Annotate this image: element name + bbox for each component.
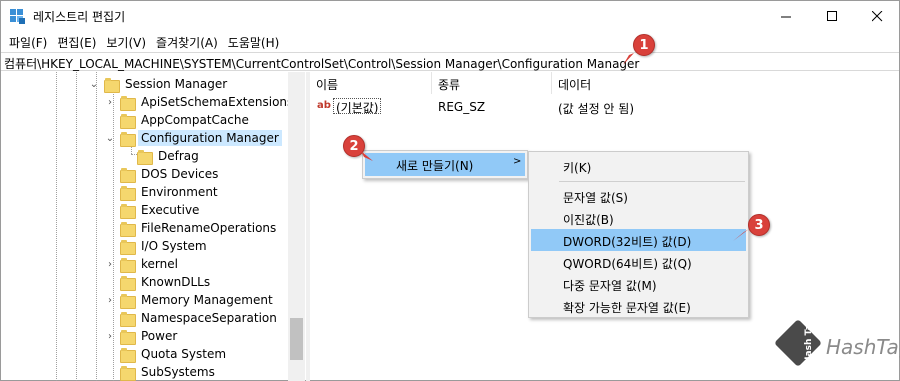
folder-icon bbox=[120, 365, 136, 381]
minimize-button[interactable] bbox=[763, 1, 809, 31]
folder-icon bbox=[120, 311, 136, 327]
maximize-icon bbox=[826, 10, 837, 21]
tree-item-filerenameoperations[interactable]: FileRenameOperations bbox=[120, 219, 279, 237]
minimize-icon bbox=[780, 16, 791, 17]
tree-item-configuration-manager[interactable]: ⌄ Configuration Manager bbox=[105, 129, 282, 147]
menu-item-new-label: 새로 만들기(N) bbox=[396, 159, 474, 173]
tree-scrollbar[interactable] bbox=[288, 72, 305, 381]
chevron-down-icon[interactable]: ⌄ bbox=[105, 133, 115, 144]
menu-view[interactable]: 보기(V) bbox=[102, 31, 152, 51]
watermark-logo-text: Hash Tag bbox=[804, 318, 814, 364]
folder-icon bbox=[120, 239, 136, 255]
tree-item-quota-system[interactable]: Quota System bbox=[120, 345, 229, 363]
watermark-text: HashTag bbox=[826, 335, 900, 359]
value-name[interactable]: (기본값) bbox=[333, 98, 382, 115]
tree-item-memory-management[interactable]: › Memory Management bbox=[105, 291, 276, 309]
tree-guide-line bbox=[96, 72, 97, 381]
step-badge-3: 3 bbox=[748, 214, 770, 236]
menu-item-key[interactable]: 키(K) bbox=[531, 155, 746, 177]
badge-pointer-2 bbox=[361, 151, 373, 161]
column-header-name[interactable]: 이름 bbox=[310, 72, 432, 94]
folder-icon bbox=[120, 113, 136, 129]
tree-item-session-manager[interactable]: ⌄ Session Manager bbox=[89, 75, 230, 93]
menu-item-string-value[interactable]: 문자열 값(S) bbox=[531, 185, 746, 207]
maximize-button[interactable] bbox=[809, 1, 855, 31]
close-icon bbox=[871, 10, 882, 21]
menu-item-dword-value[interactable]: DWORD(32비트) 값(D) bbox=[531, 229, 746, 251]
folder-icon bbox=[120, 275, 136, 291]
folder-icon bbox=[120, 95, 136, 111]
folder-icon bbox=[137, 149, 153, 165]
close-button[interactable] bbox=[854, 1, 900, 31]
tree-guide-line bbox=[76, 72, 77, 381]
menu-file[interactable]: 파일(F) bbox=[5, 31, 53, 51]
column-header-type[interactable]: 종류 bbox=[432, 72, 552, 94]
chevron-right-icon[interactable]: › bbox=[105, 331, 115, 342]
folder-icon bbox=[104, 77, 120, 93]
hashtag-logo-icon bbox=[773, 318, 823, 368]
folder-icon bbox=[120, 329, 136, 345]
tree-item-dos-devices[interactable]: DOS Devices bbox=[120, 165, 221, 183]
tree-item-namespaceseparation[interactable]: NamespaceSeparation bbox=[120, 309, 280, 327]
folder-icon bbox=[120, 185, 136, 201]
string-value-icon: ab bbox=[317, 100, 331, 111]
scrollbar-thumb[interactable] bbox=[290, 318, 303, 360]
registry-app-icon bbox=[10, 9, 25, 24]
context-menu: 새로 만들기(N) > bbox=[362, 150, 528, 179]
key-tree: ⌄ Session Manager › ApiSetSchemaExtensio… bbox=[1, 72, 305, 381]
submenu-arrow-icon: > bbox=[513, 156, 522, 167]
menu-item-expandable-string-value[interactable]: 확장 가능한 문자열 값(E) bbox=[531, 295, 746, 317]
menu-bar: 파일(F) 편집(E) 보기(V) 즐겨찾기(A) 도움말(H) bbox=[1, 31, 899, 51]
chevron-right-icon[interactable]: › bbox=[105, 97, 115, 108]
folder-icon bbox=[120, 203, 136, 219]
folder-icon bbox=[120, 221, 136, 237]
column-header-data[interactable]: 데이터 bbox=[552, 72, 752, 94]
tree-item-subsystems[interactable]: SubSystems bbox=[120, 363, 218, 381]
step-badge-1: 1 bbox=[633, 34, 655, 56]
tree-item-executive[interactable]: Executive bbox=[120, 201, 202, 219]
tree-item-kernel[interactable]: › kernel bbox=[105, 255, 181, 273]
menu-item-binary-value[interactable]: 이진값(B) bbox=[531, 207, 746, 229]
title-bar: 레지스트리 편집기 bbox=[1, 1, 899, 31]
folder-icon bbox=[120, 347, 136, 363]
folder-icon bbox=[120, 293, 136, 309]
new-submenu: 키(K) 문자열 값(S) 이진값(B) DWORD(32비트) 값(D) QW… bbox=[528, 151, 749, 318]
tree-item-apisetschemaextensions[interactable]: › ApiSetSchemaExtensions bbox=[105, 93, 296, 111]
hashtag-watermark: Hash Tag HashTag bbox=[773, 318, 900, 373]
tree-item-power[interactable]: › Power bbox=[105, 327, 180, 345]
window-title: 레지스트리 편집기 bbox=[33, 10, 126, 24]
folder-icon bbox=[120, 167, 136, 183]
menu-edit[interactable]: 편집(E) bbox=[53, 31, 102, 51]
chevron-right-icon[interactable]: › bbox=[105, 295, 115, 306]
tree-item-knowndlls[interactable]: KnownDLLs bbox=[120, 273, 213, 291]
menu-item-qword-value[interactable]: QWORD(64비트) 값(Q) bbox=[531, 251, 746, 273]
tree-guide-line bbox=[56, 72, 57, 381]
menu-help[interactable]: 도움말(H) bbox=[224, 31, 286, 51]
badge-pointer-3 bbox=[733, 229, 749, 241]
value-type: REG_SZ bbox=[438, 100, 486, 114]
tree-item-environment[interactable]: Environment bbox=[120, 183, 221, 201]
chevron-down-icon[interactable]: ⌄ bbox=[89, 79, 99, 90]
value-data: (값 설정 안 됨) bbox=[558, 102, 635, 116]
folder-icon bbox=[120, 131, 136, 147]
address-bar[interactable]: 컴퓨터\HKEY_LOCAL_MACHINE\SYSTEM\CurrentCon… bbox=[1, 52, 899, 71]
badge-pointer-1 bbox=[623, 53, 634, 65]
registry-editor-window: 레지스트리 편집기 파일(F) 편집(E) 보기(V) 즐겨찾기(A) 도움말(… bbox=[0, 0, 900, 381]
tree-item-appcompatcache[interactable]: AppCompatCache bbox=[120, 111, 252, 129]
tree-item-io-system[interactable]: I/O System bbox=[120, 237, 210, 255]
chevron-right-icon[interactable]: › bbox=[105, 259, 115, 270]
menu-item-multi-string-value[interactable]: 다중 문자열 값(M) bbox=[531, 273, 746, 295]
folder-icon bbox=[120, 257, 136, 273]
menu-favorites[interactable]: 즐겨찾기(A) bbox=[152, 31, 224, 51]
menu-separator bbox=[559, 181, 745, 182]
tree-item-defrag[interactable]: Defrag bbox=[137, 147, 202, 165]
